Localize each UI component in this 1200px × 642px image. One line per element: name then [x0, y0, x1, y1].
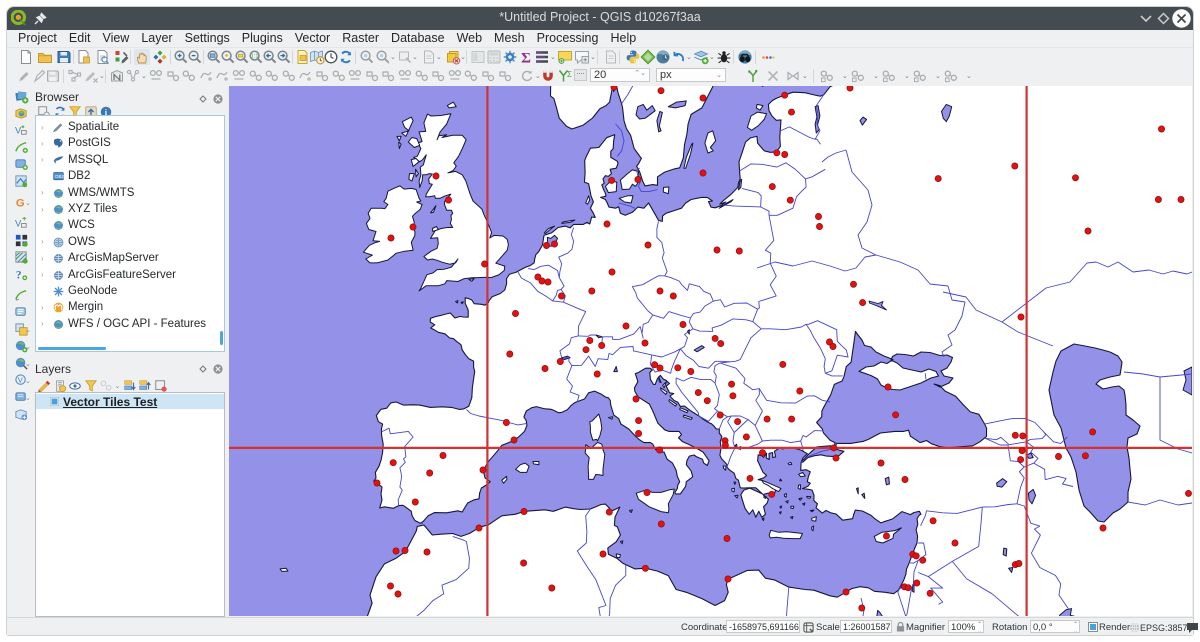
svg-text:V: V	[18, 375, 23, 384]
svg-text:?: ?	[16, 269, 22, 281]
svg-text:G: G	[16, 197, 25, 209]
svg-text:1:1: 1:1	[251, 54, 259, 60]
svg-text:DB2: DB2	[55, 174, 64, 179]
svg-text:Σ: Σ	[567, 70, 572, 79]
svg-text:V: V	[15, 125, 22, 135]
svg-text:V: V	[15, 218, 22, 228]
svg-text:Σ: Σ	[521, 51, 531, 66]
